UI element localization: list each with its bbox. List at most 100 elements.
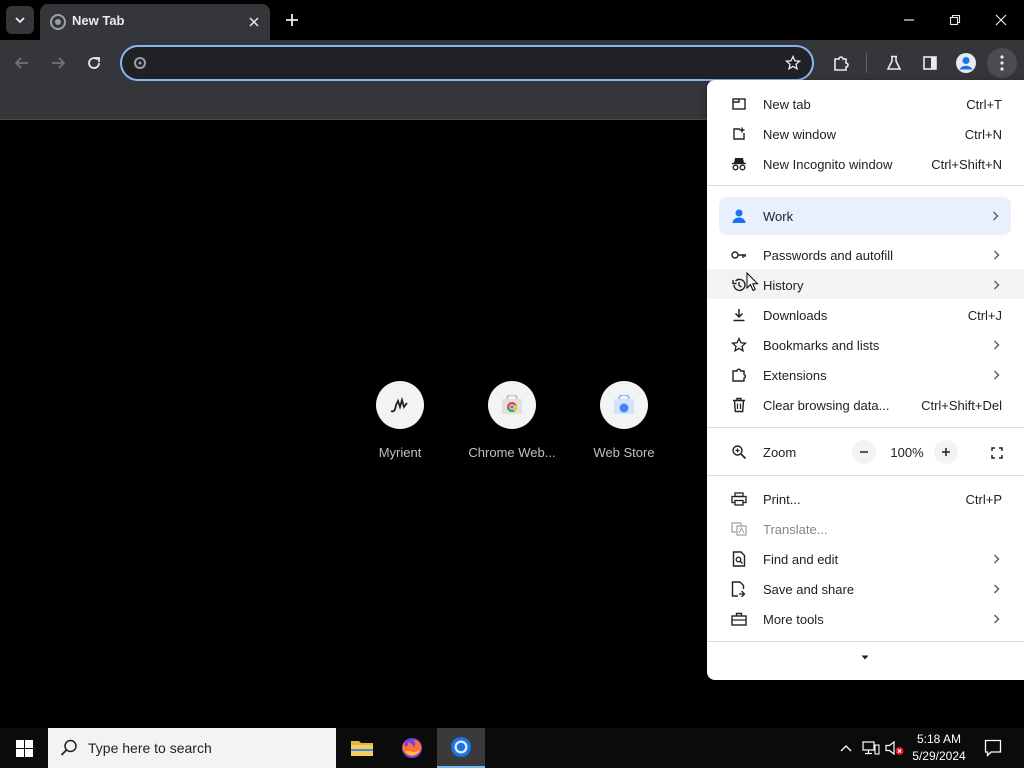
shortcut-tile[interactable]: Myrient — [344, 381, 456, 471]
menu-item-label: Zoom — [763, 445, 797, 460]
labs-button[interactable] — [879, 48, 909, 78]
notification-icon — [984, 739, 1002, 757]
chevron-right-icon — [990, 552, 1002, 566]
address-input[interactable] — [156, 51, 776, 75]
menu-item-downloads[interactable]: Downloads Ctrl+J — [707, 300, 1024, 330]
chrome-menu-button[interactable] — [987, 48, 1017, 78]
plus-icon — [286, 14, 298, 26]
restore-button[interactable] — [932, 0, 978, 40]
save-share-icon — [731, 581, 747, 597]
menu-item-print[interactable]: Print... Ctrl+P — [707, 484, 1024, 514]
chevron-right-icon — [990, 368, 1002, 382]
omnibox[interactable] — [120, 45, 814, 81]
arrow-right-icon — [52, 57, 66, 69]
zoom-out-button[interactable] — [852, 440, 876, 464]
fullscreen-button[interactable] — [985, 441, 1009, 465]
taskbar-search-box[interactable]: Type here to search — [48, 728, 336, 768]
taskbar: Type here to search 5:18 AM 5/29/2024 — [0, 728, 1024, 768]
file-explorer-button[interactable] — [338, 728, 386, 768]
chevron-right-icon — [989, 209, 1001, 223]
menu-item-more-tools[interactable]: More tools — [707, 604, 1024, 634]
firefox-icon — [402, 738, 422, 758]
menu-item-shortcut: Ctrl+Shift+N — [931, 157, 1002, 172]
menu-item-passwords[interactable]: Passwords and autofill — [707, 240, 1024, 270]
menu-item-new-incognito[interactable]: New Incognito window Ctrl+Shift+N — [707, 149, 1024, 179]
bookmark-star-button[interactable] — [784, 54, 802, 72]
menu-item-label: Downloads — [763, 308, 828, 323]
chevron-down-icon — [15, 17, 25, 24]
minimize-icon — [904, 19, 914, 21]
menu-item-label: Save and share — [763, 582, 855, 597]
clock-date: 5/29/2024 — [912, 749, 966, 763]
menu-item-bookmarks[interactable]: Bookmarks and lists — [707, 330, 1024, 360]
person-icon — [731, 208, 747, 224]
new-tab-favicon-icon — [50, 14, 66, 30]
incognito-icon — [731, 156, 747, 172]
menu-item-label: Work — [763, 209, 794, 224]
new-tab-button[interactable] — [278, 6, 306, 34]
menu-item-shortcut: Ctrl+N — [964, 127, 1002, 142]
menu-item-label: New Incognito window — [763, 157, 893, 172]
system-clock[interactable]: 5:18 AM 5/29/2024 — [906, 731, 972, 765]
tab-search-button[interactable] — [6, 6, 34, 34]
reload-icon — [88, 57, 100, 69]
chrome-icon — [451, 737, 471, 757]
network-icon — [862, 741, 880, 755]
menu-item-find-edit[interactable]: Find and edit — [707, 544, 1024, 574]
speaker-muted-icon — [885, 740, 904, 756]
tab-strip: New Tab — [0, 0, 1024, 40]
reload-button[interactable] — [79, 48, 109, 78]
zoom-in-button[interactable] — [934, 440, 958, 464]
profile-button[interactable] — [951, 48, 981, 78]
menu-scroll-down-button[interactable] — [857, 652, 873, 662]
translate-icon — [731, 521, 747, 537]
menu-item-save-share[interactable]: Save and share — [707, 574, 1024, 604]
menu-item-profile[interactable]: Work — [719, 197, 1011, 235]
puzzle-icon — [834, 56, 849, 71]
zoom-value: 100% — [890, 445, 924, 460]
side-panel-icon — [923, 56, 937, 70]
forward-button[interactable] — [43, 48, 73, 78]
menu-item-shortcut: Ctrl+T — [966, 97, 1002, 112]
menu-item-translate[interactable]: Translate... — [707, 514, 1024, 544]
shortcut-tile[interactable]: Web Store — [568, 381, 680, 471]
tab-close-button[interactable] — [244, 12, 264, 32]
menu-item-new-tab[interactable]: New tab Ctrl+T — [707, 89, 1024, 119]
new-window-icon — [731, 126, 747, 142]
chevron-right-icon — [990, 338, 1002, 352]
shortcut-icon — [600, 381, 648, 429]
history-icon — [731, 277, 747, 293]
chevron-up-icon — [840, 745, 852, 752]
caret-down-icon — [861, 655, 869, 659]
minus-icon — [860, 451, 868, 453]
volume-button[interactable] — [885, 738, 905, 758]
minimize-button[interactable] — [886, 0, 932, 40]
tab-new-tab[interactable]: New Tab — [40, 4, 270, 40]
show-hidden-icons-button[interactable] — [836, 738, 856, 758]
shortcut-tile[interactable]: Chrome Web... — [456, 381, 568, 471]
search-icon — [60, 739, 77, 756]
puzzle-icon — [731, 367, 747, 383]
back-button[interactable] — [7, 48, 37, 78]
myrient-logo-icon — [390, 396, 408, 413]
extensions-button[interactable] — [826, 48, 856, 78]
shortcut-label: Myrient — [378, 445, 422, 460]
side-panel-button[interactable] — [915, 48, 945, 78]
firefox-button[interactable] — [388, 728, 436, 768]
start-button[interactable] — [0, 728, 48, 768]
notification-center-button[interactable] — [978, 728, 1008, 768]
menu-separator — [707, 185, 1024, 186]
shortcut-label: Web Store — [593, 445, 655, 460]
close-icon — [995, 14, 1007, 26]
new-tab-icon — [731, 96, 747, 112]
menu-item-label: Translate... — [763, 522, 828, 537]
close-window-button[interactable] — [978, 0, 1024, 40]
network-button[interactable] — [861, 738, 881, 758]
menu-item-extensions[interactable]: Extensions — [707, 360, 1024, 390]
menu-item-new-window[interactable]: New window Ctrl+N — [707, 119, 1024, 149]
close-icon — [249, 17, 259, 27]
chrome-taskbar-button[interactable] — [437, 728, 485, 768]
shortcut-label: Chrome Web... — [468, 445, 556, 460]
menu-item-clear-data[interactable]: Clear browsing data... Ctrl+Shift+Del — [707, 390, 1024, 420]
windows-logo-icon — [15, 739, 33, 757]
